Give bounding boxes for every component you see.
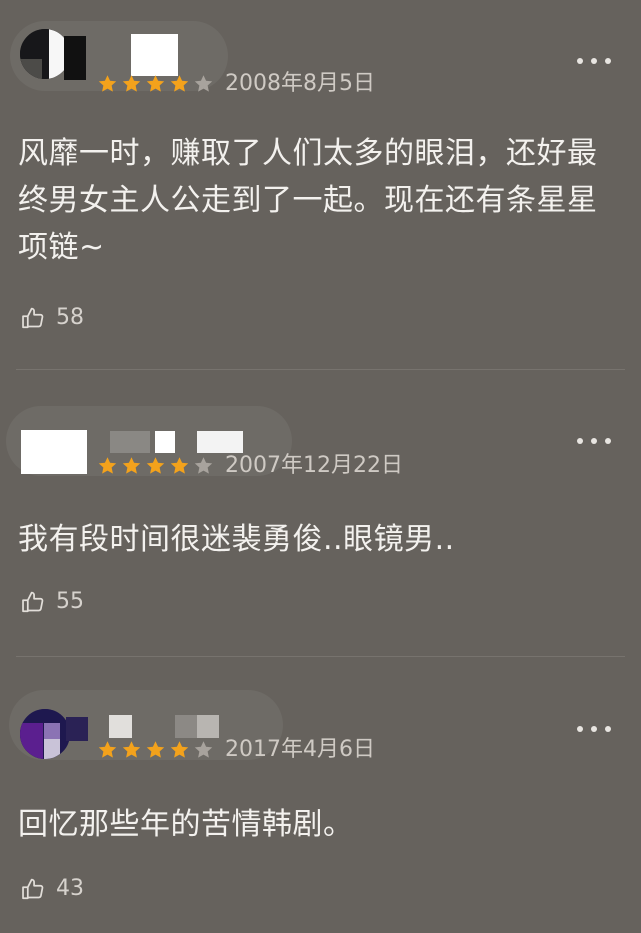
blurred-username xyxy=(110,431,150,453)
avatar[interactable] xyxy=(20,29,70,79)
thumbs-up-icon xyxy=(22,878,44,900)
comments-page: 2008年8月5日 风靡一时，赚取了人们太多的眼泪，还好最终男女主人公走到了一起… xyxy=(0,0,641,933)
star-icon xyxy=(170,457,189,474)
star-icon xyxy=(98,457,117,474)
star-icon xyxy=(194,75,213,92)
more-icon[interactable] xyxy=(577,435,611,447)
blurred-username-block xyxy=(197,715,219,738)
rating-stars xyxy=(96,73,215,95)
more-icon[interactable] xyxy=(577,723,611,735)
thumbs-up-icon xyxy=(22,307,44,329)
comment-text: 回忆那些年的苦情韩剧。 xyxy=(18,807,354,842)
comment-meta: 2007年12月22日 xyxy=(96,455,403,477)
blurred-username-block xyxy=(109,715,132,738)
comment-item: 2008年8月5日 风靡一时，赚取了人们太多的眼泪，还好最终男女主人公走到了一起… xyxy=(0,0,641,370)
like-button[interactable]: 55 xyxy=(20,588,84,616)
star-icon xyxy=(98,741,117,758)
comment-date: 2008年8月5日 xyxy=(225,71,375,96)
avatar[interactable] xyxy=(21,430,87,474)
thumbs-up-icon xyxy=(22,591,44,613)
like-count: 43 xyxy=(56,876,84,901)
like-count: 58 xyxy=(56,305,84,330)
star-icon xyxy=(122,457,141,474)
comment-item: 2017年4月6日 回忆那些年的苦情韩剧。 43 xyxy=(0,657,641,933)
like-button[interactable]: 58 xyxy=(20,304,84,332)
rating-stars xyxy=(96,739,215,761)
comment-date: 2007年12月22日 xyxy=(225,453,403,478)
star-icon xyxy=(170,741,189,758)
star-icon xyxy=(194,741,213,758)
star-icon xyxy=(170,75,189,92)
blurred-username-block xyxy=(131,34,178,76)
comment-text: 风靡一时，赚取了人们太多的眼泪，还好最终男女主人公走到了一起。现在还有条星星项链… xyxy=(18,136,598,265)
like-button[interactable]: 43 xyxy=(20,875,84,903)
like-count: 55 xyxy=(56,589,84,614)
star-icon xyxy=(146,457,165,474)
comment-date: 2017年4月6日 xyxy=(225,737,375,762)
blurred-username xyxy=(66,717,88,741)
rating-stars xyxy=(96,455,215,477)
comment-meta: 2017年4月6日 xyxy=(96,739,375,761)
blurred-username-block xyxy=(197,431,243,453)
blurred-username-block xyxy=(175,715,197,738)
more-icon[interactable] xyxy=(577,55,611,67)
blurred-username xyxy=(64,36,86,80)
comment-item: 2007年12月22日 我有段时间很迷裴勇俊..眼镜男.. 55 xyxy=(0,370,641,657)
star-icon xyxy=(146,75,165,92)
comment-text: 我有段时间很迷裴勇俊..眼镜男.. xyxy=(18,522,455,557)
avatar[interactable] xyxy=(20,709,70,759)
blurred-username-block xyxy=(155,431,175,453)
comment-meta: 2008年8月5日 xyxy=(96,73,375,95)
star-icon xyxy=(146,741,165,758)
star-icon xyxy=(194,457,213,474)
star-icon xyxy=(122,741,141,758)
star-icon xyxy=(122,75,141,92)
star-icon xyxy=(98,75,117,92)
